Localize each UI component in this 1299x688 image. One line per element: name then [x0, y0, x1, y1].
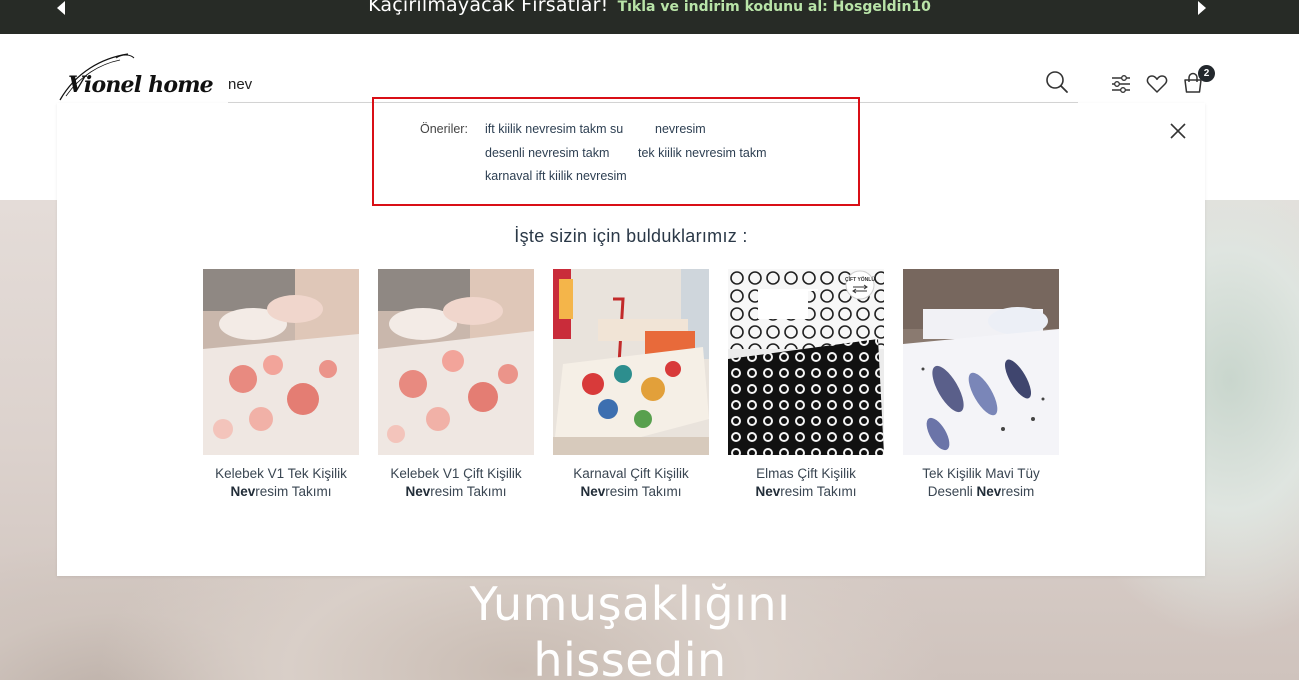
site-logo[interactable]: Vionel home [56, 52, 214, 106]
wishlist-button[interactable] [1146, 74, 1168, 98]
product-name: Karnaval Çift Kişilik Nevresim Takımı [573, 466, 689, 499]
suggestions-highlight-box [372, 97, 860, 206]
search-button[interactable] [1045, 70, 1069, 98]
product-name: Kelebek V1 Tek Kişilik Nevresim Takımı [215, 466, 347, 499]
results-title: İşte sizin için bulduklarımız : [514, 226, 748, 246]
double-sided-badge-text: ÇİFT YÖNLÜ [845, 276, 875, 283]
next-announcement-arrow[interactable] [1190, 0, 1212, 18]
hero-title: Yumuşaklığını hissedin [380, 576, 880, 688]
caret-right-icon [1198, 1, 1206, 15]
suggestion-item[interactable]: tek kiilik nevresim takm [638, 146, 767, 160]
search-icon [1046, 71, 1068, 93]
product-image [553, 269, 709, 455]
product-card[interactable]: ÇİFT YÖNLÜ Elmas Çift Kişilik Nevresim T… [728, 269, 884, 501]
product-card[interactable]: Karnaval Çift Kişilik Nevresim Takımı [553, 269, 709, 501]
search-input[interactable] [228, 72, 1028, 96]
product-name: Elmas Çift Kişilik Nevresim Takımı [755, 466, 857, 499]
product-card[interactable]: Kelebek V1 Çift Kişilik Nevresim Takımı [378, 269, 534, 501]
close-icon [1170, 123, 1186, 139]
product-name: Tek Kişilik Mavi Tüy Desenli Nevresim [922, 466, 1040, 499]
heart-icon [1146, 75, 1168, 93]
promo-code-text: Tıkla ve indirim kodunu al: Hosgeldin10 [617, 0, 931, 15]
product-image [203, 269, 359, 455]
suggestions-label: Öneriler: [420, 122, 468, 136]
logo-text: Vionel home [68, 72, 214, 98]
promo-text[interactable]: Kaçırılmayacak Fırsatlar! Tıkla ve indir… [0, 0, 1299, 16]
product-card[interactable]: Kelebek V1 Tek Kişilik Nevresim Takımı [203, 269, 359, 501]
product-card[interactable]: Tek Kişilik Mavi Tüy Desenli Nevresim [903, 269, 1059, 501]
suggestion-item[interactable]: ift kiilik nevresim takm su [485, 122, 623, 136]
suggestion-item[interactable]: nevresim [655, 122, 706, 136]
hero-title-line-1: Yumuşaklığını [469, 577, 791, 631]
filter-button[interactable] [1110, 73, 1132, 99]
cart-count-badge: 2 [1198, 65, 1215, 82]
suggestion-item[interactable]: karnaval ift kiilik nevresim [485, 169, 627, 183]
promo-main-text: Kaçırılmayacak Fırsatlar! [368, 0, 609, 16]
search-dropdown: Öneriler: ift kiilik nevresim takm su ne… [57, 97, 1205, 576]
product-image [903, 269, 1059, 455]
close-dropdown-button[interactable] [1169, 122, 1187, 144]
product-image [378, 269, 534, 455]
sliders-icon [1112, 75, 1130, 93]
product-image: ÇİFT YÖNLÜ [728, 269, 884, 455]
suggestion-item[interactable]: desenli nevresim takm [485, 146, 609, 160]
product-name: Kelebek V1 Çift Kişilik Nevresim Takımı [390, 466, 522, 499]
announcement-bar: Kaçırılmayacak Fırsatlar! Tıkla ve indir… [0, 0, 1299, 34]
